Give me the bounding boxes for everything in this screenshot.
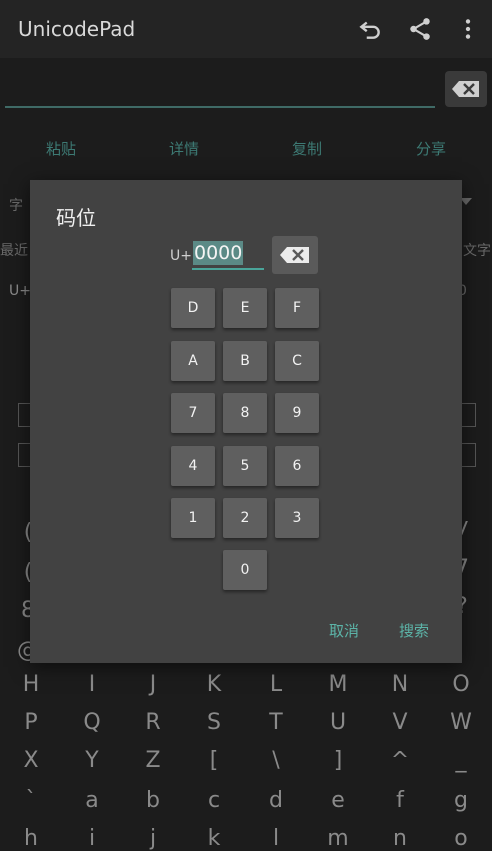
key-2[interactable]: 2 <box>223 498 267 538</box>
key-9[interactable]: 9 <box>275 393 319 433</box>
backspace-icon <box>280 247 309 263</box>
char-cell[interactable]: l <box>256 826 296 851</box>
codepoint-dialog: 码位 U+ 0000 D E F A B C 7 8 9 4 5 6 1 2 3… <box>30 180 462 663</box>
search-button[interactable]: 搜索 <box>399 620 429 641</box>
key-8[interactable]: 8 <box>223 393 267 433</box>
key-5[interactable]: 5 <box>223 446 267 486</box>
key-b[interactable]: B <box>223 341 267 381</box>
key-7[interactable]: 7 <box>171 393 215 433</box>
char-cell[interactable]: f <box>380 788 420 813</box>
backspace-button[interactable] <box>445 71 487 107</box>
char-cell[interactable]: d <box>256 788 296 813</box>
char-cell[interactable]: i <box>72 826 112 851</box>
char-cell[interactable]: S <box>194 710 234 735</box>
text-input[interactable] <box>5 106 435 108</box>
char-cell[interactable]: K <box>194 672 234 697</box>
key-6[interactable]: 6 <box>275 446 319 486</box>
char-cell[interactable]: U <box>318 710 358 735</box>
char-cell[interactable]: ] <box>318 748 358 773</box>
codepoint-value: 0000 <box>193 241 244 265</box>
char-cell[interactable]: m <box>318 826 358 851</box>
glyph-box <box>460 443 476 467</box>
key-c[interactable]: C <box>275 341 319 381</box>
char-cell[interactable]: H <box>11 672 51 697</box>
key-d[interactable]: D <box>171 288 215 328</box>
char-cell[interactable]: o <box>441 826 481 851</box>
key-a[interactable]: A <box>171 341 215 381</box>
key-f[interactable]: F <box>275 288 319 328</box>
char-cell[interactable]: h <box>11 826 51 851</box>
char-cell[interactable]: J <box>133 672 173 697</box>
char-cell[interactable]: g <box>441 788 481 813</box>
char-cell[interactable]: M <box>318 672 358 697</box>
recent-tab[interactable]: 最近 <box>0 240 28 260</box>
char-cell[interactable]: T <box>256 710 296 735</box>
char-cell[interactable]: V <box>380 710 420 735</box>
char-cell[interactable]: b <box>133 788 173 813</box>
text-tab[interactable]: 文字 <box>463 240 491 260</box>
char-cell[interactable]: P <box>11 710 51 735</box>
codepoint-input[interactable]: 0000 <box>192 238 264 270</box>
details-button[interactable]: 详情 <box>169 138 199 159</box>
uplus-prefix: U+ <box>170 248 192 264</box>
share-button[interactable]: 分享 <box>416 138 446 159</box>
copy-button[interactable]: 复制 <box>292 138 322 159</box>
key-4[interactable]: 4 <box>171 446 215 486</box>
char-cell[interactable]: L <box>256 672 296 697</box>
uplus-label: U+ <box>9 283 31 299</box>
char-cell[interactable]: Z <box>133 748 173 773</box>
char-cell[interactable]: R <box>133 710 173 735</box>
char-cell[interactable]: a <box>72 788 112 813</box>
cancel-button[interactable]: 取消 <box>329 620 359 641</box>
char-cell[interactable]: Q <box>72 710 112 735</box>
char-cell[interactable]: c <box>194 788 234 813</box>
key-1[interactable]: 1 <box>171 498 215 538</box>
char-cell[interactable]: j <box>133 826 173 851</box>
app-bar: UnicodePad <box>0 0 492 58</box>
more-vert-icon[interactable] <box>455 16 481 42</box>
paste-button[interactable]: 粘贴 <box>46 138 76 159</box>
char-cell[interactable]: _ <box>441 748 481 773</box>
char-cell[interactable]: O <box>441 672 481 697</box>
char-cell[interactable]: e <box>318 788 358 813</box>
font-label: 字 <box>9 198 23 214</box>
app-title: UnicodePad <box>18 17 136 41</box>
char-cell[interactable]: k <box>194 826 234 851</box>
char-cell[interactable]: X <box>11 748 51 773</box>
char-cell[interactable]: I <box>72 672 112 697</box>
char-cell[interactable]: Y <box>72 748 112 773</box>
share-icon[interactable] <box>407 16 433 42</box>
char-cell[interactable]: ^ <box>380 748 420 773</box>
char-cell[interactable]: n <box>380 826 420 851</box>
undo-icon[interactable] <box>357 16 383 42</box>
char-cell[interactable]: [ <box>194 748 234 773</box>
backspace-icon <box>452 81 479 97</box>
glyph-box <box>460 403 476 427</box>
char-cell[interactable]: W <box>441 710 481 735</box>
char-cell[interactable]: \ <box>256 748 296 773</box>
dialog-title: 码位 <box>56 206 96 230</box>
char-cell[interactable]: N <box>380 672 420 697</box>
key-0[interactable]: 0 <box>223 550 267 590</box>
key-e[interactable]: E <box>223 288 267 328</box>
key-3[interactable]: 3 <box>275 498 319 538</box>
dialog-backspace-button[interactable] <box>272 236 318 274</box>
char-cell[interactable]: ` <box>11 788 51 813</box>
